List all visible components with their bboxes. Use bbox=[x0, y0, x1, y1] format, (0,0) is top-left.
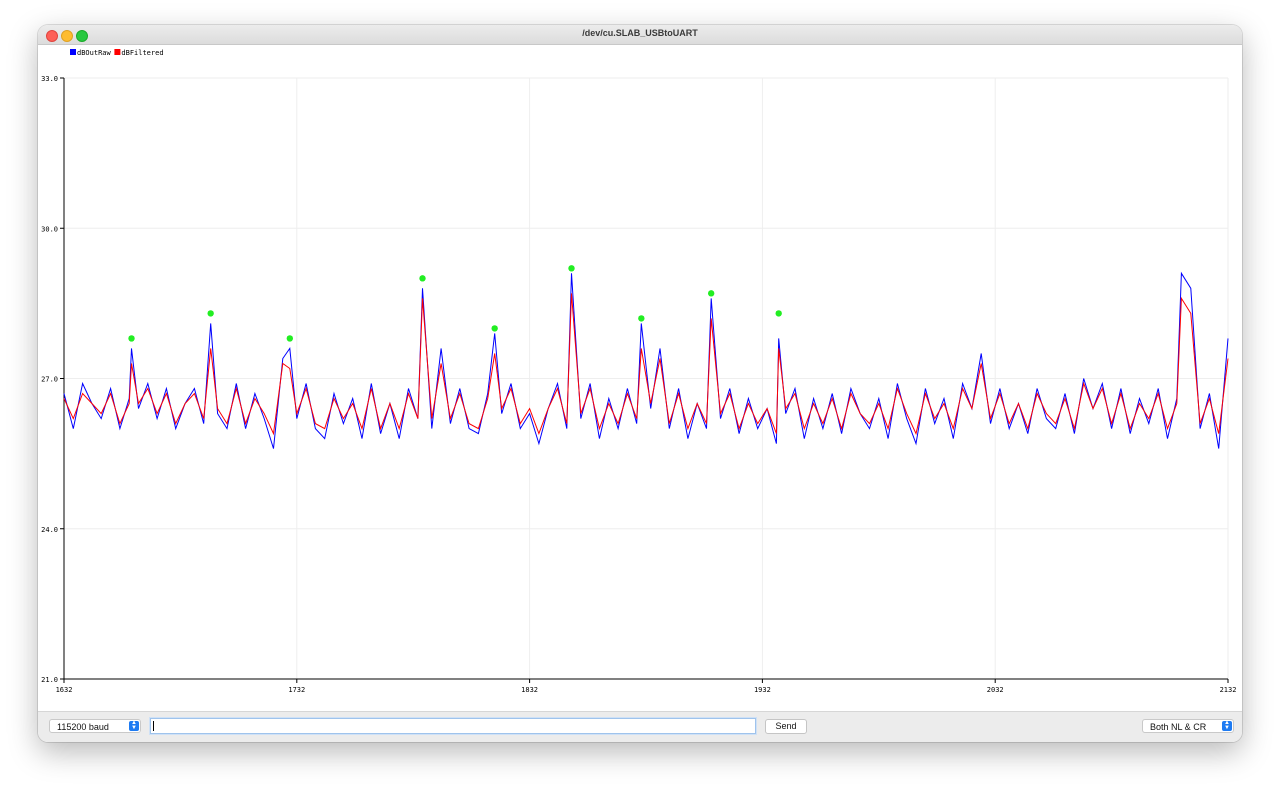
x-tick-label: 1632 bbox=[56, 686, 73, 694]
legend-label: dBOutRaw bbox=[77, 49, 112, 57]
legend-swatch bbox=[70, 49, 76, 55]
y-tick-label: 33.0 bbox=[41, 75, 58, 83]
peak-marker bbox=[707, 290, 715, 297]
line-ending-select[interactable]: Both NL & CR ▲ ▼ bbox=[1142, 719, 1234, 733]
y-tick-label: 21.0 bbox=[41, 676, 58, 684]
serial-plot: 21.0 24.0 27.0 30.0 33.0 1632 1732 1832 1932 2032… bbox=[38, 45, 1242, 712]
plot-canvas: 21.0 24.0 27.0 30.0 33.0 1632 1732 1832 1932 2032… bbox=[41, 49, 1237, 694]
peak-marker bbox=[286, 335, 294, 342]
peak-marker bbox=[128, 335, 135, 342]
baud-rate-select[interactable]: 115200 baud ▲ ▼ bbox=[49, 719, 141, 733]
select-arrows-icon: ▲ ▼ bbox=[1222, 720, 1232, 731]
y-tick-label: 24.0 bbox=[41, 526, 58, 534]
text-caret bbox=[153, 721, 154, 731]
series-line-dBOutRaw bbox=[63, 271, 1229, 449]
title-bar[interactable]: /dev/cu.SLAB_USBtoUART bbox=[38, 25, 1242, 45]
legend-swatch bbox=[114, 49, 121, 55]
legend-label: dBFiltered bbox=[121, 49, 163, 57]
x-tick-label: 2032 bbox=[987, 686, 1004, 694]
line-ending-label: Both NL & CR bbox=[1150, 722, 1207, 732]
peak-marker bbox=[419, 275, 426, 282]
x-tick-label: 1732 bbox=[288, 686, 305, 694]
send-button[interactable]: Send bbox=[765, 719, 807, 734]
baud-rate-label: 115200 baud bbox=[57, 722, 109, 732]
serial-send-input[interactable] bbox=[150, 718, 756, 734]
peak-marker bbox=[775, 310, 782, 317]
y-tick-label: 30.0 bbox=[41, 225, 58, 233]
x-tick-label: 2132 bbox=[1220, 686, 1237, 694]
select-arrows-icon: ▲ ▼ bbox=[129, 720, 139, 731]
peak-marker bbox=[491, 325, 498, 332]
bottom-toolbar: 115200 baud ▲ ▼ Send Both NL & CR ▲ ▼ bbox=[38, 711, 1242, 742]
peak-marker bbox=[568, 265, 575, 272]
x-tick-label: 1932 bbox=[754, 686, 771, 694]
peak-marker bbox=[638, 315, 645, 322]
window-title: /dev/cu.SLAB_USBtoUART bbox=[582, 28, 698, 38]
serial-plotter-window: /dev/cu.SLAB_USBtoUART 21.0 24.0 27.0 30.0 3… bbox=[38, 25, 1242, 742]
peak-marker bbox=[207, 310, 214, 317]
y-tick-label: 27.0 bbox=[41, 376, 58, 384]
x-tick-label: 1832 bbox=[521, 686, 538, 694]
